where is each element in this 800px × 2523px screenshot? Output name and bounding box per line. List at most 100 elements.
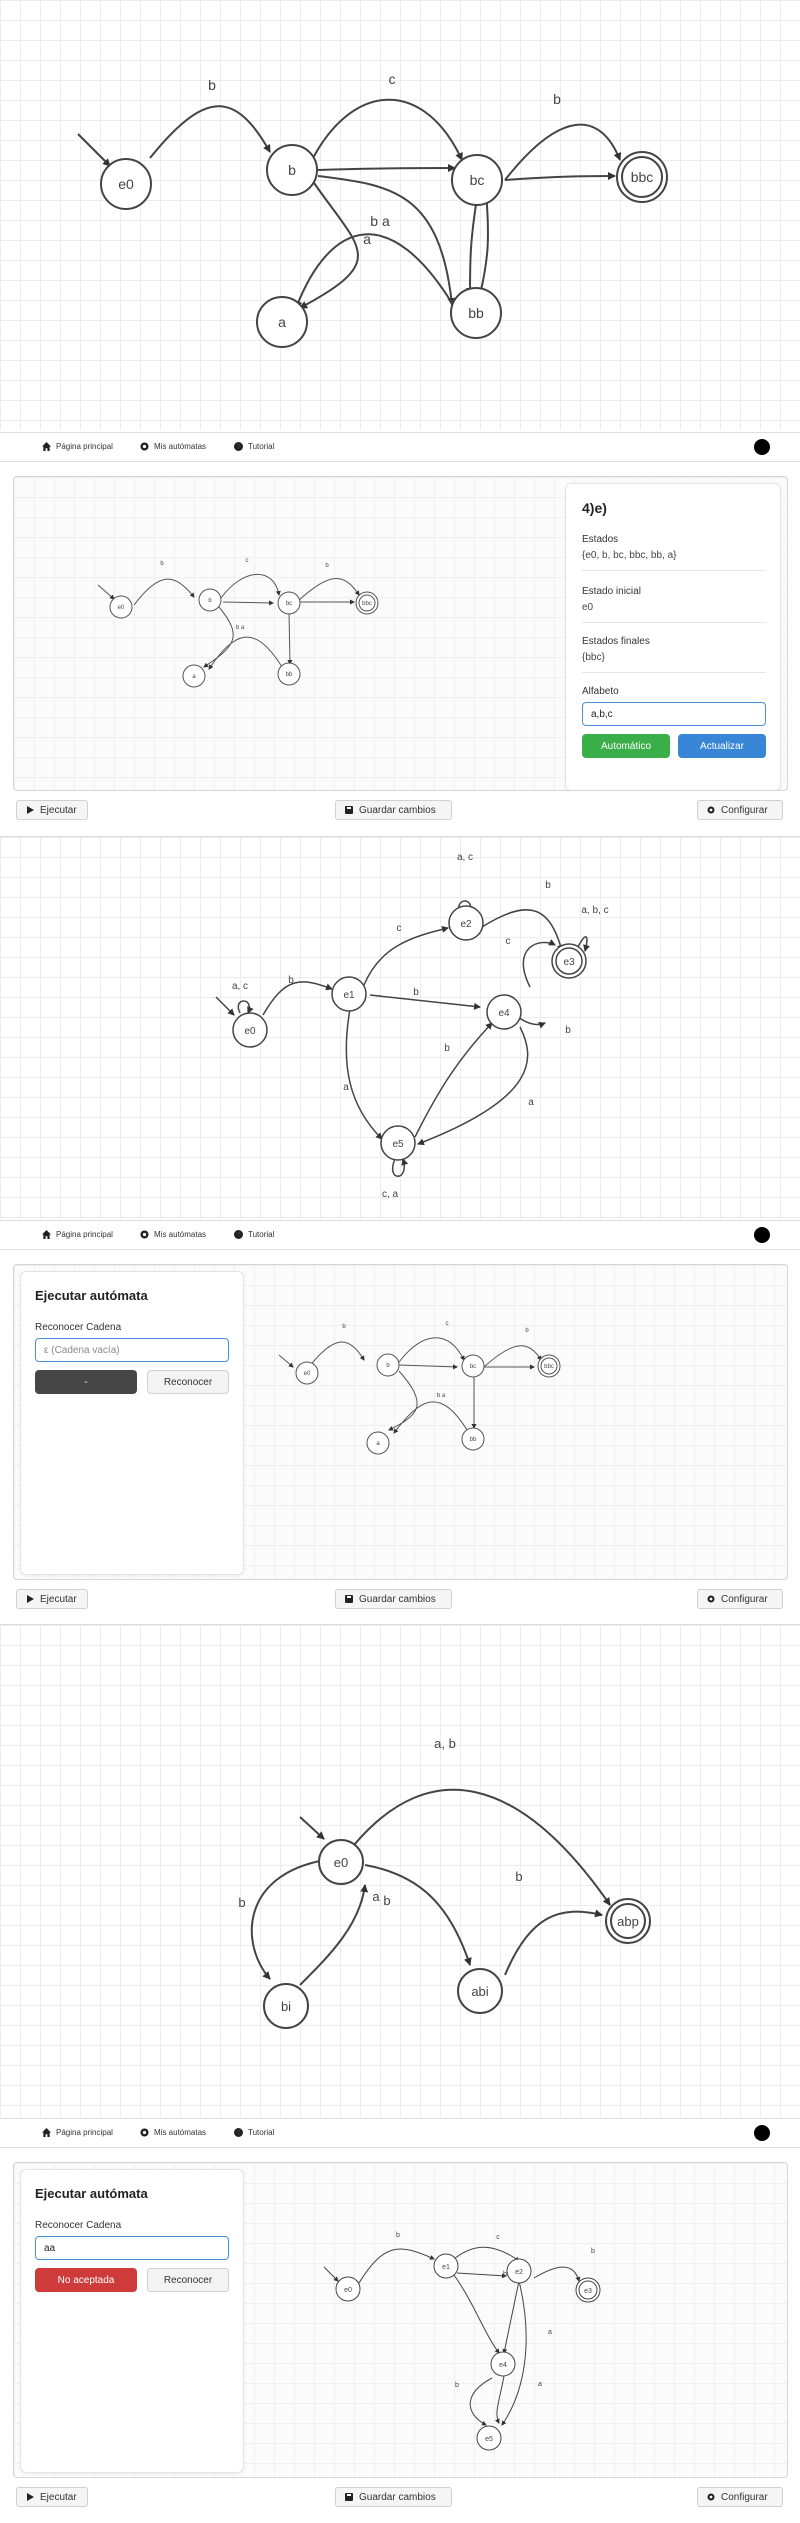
edge-label: b bbox=[545, 880, 551, 891]
divider bbox=[582, 622, 766, 623]
canvas-automaton-bbc[interactable]: e0 b bc bbc bb a b c b b a a bbox=[0, 0, 800, 430]
edge-label: c bbox=[246, 558, 249, 564]
nav-home[interactable]: Página principal bbox=[42, 442, 113, 451]
gear-icon bbox=[707, 806, 715, 814]
editor-panel[interactable]: e0 b bc bbc bb a b c b b a 4)e) Estados … bbox=[13, 476, 788, 791]
app-logo[interactable] bbox=[754, 1227, 770, 1243]
automatic-button[interactable]: Automático bbox=[582, 734, 670, 758]
run-button[interactable]: Ejecutar bbox=[16, 2487, 88, 2507]
configure-button[interactable]: Configurar bbox=[697, 1589, 783, 1609]
automaton-info-card: 4)e) Estados {e0, b, bc, bbc, bb, a} Est… bbox=[565, 483, 781, 790]
state-label: e0 bbox=[334, 1855, 348, 1870]
edge-label: a, b, c bbox=[581, 905, 608, 916]
edge-label: b bbox=[515, 1869, 522, 1884]
edge-label: a, c bbox=[232, 981, 248, 992]
nav-home[interactable]: Página principal bbox=[42, 1230, 113, 1239]
state-label: e3 bbox=[584, 2288, 592, 2295]
navbar: Página principal Mis autómatas ? Tutoria… bbox=[0, 2118, 800, 2148]
alphabet-input[interactable]: a,b,c bbox=[582, 702, 766, 726]
recognize-button[interactable]: Reconocer bbox=[147, 1370, 229, 1394]
state-label: bi bbox=[281, 1999, 291, 2014]
play-icon bbox=[27, 806, 34, 814]
shapes-icon bbox=[140, 1230, 149, 1239]
gear-icon bbox=[707, 1595, 715, 1603]
state-label: abp bbox=[617, 1914, 639, 1929]
update-button[interactable]: Actualizar bbox=[678, 734, 766, 758]
canvas-automaton-abp[interactable]: e0 abp bi abi a, b b a b b bbox=[0, 1624, 800, 2117]
edge-label: a bbox=[372, 1889, 380, 1904]
save-button[interactable]: Guardar cambios bbox=[335, 2487, 452, 2507]
edge-label: a, c bbox=[457, 852, 473, 863]
edge-label: b bbox=[565, 1025, 571, 1036]
state-label: e5 bbox=[485, 2436, 493, 2443]
alphabet-input-value: a,b,c bbox=[591, 708, 613, 720]
nav-my-automata[interactable]: Mis autómatas bbox=[140, 1230, 206, 1239]
automaton-abp-graph: e0 abp bi abi a, b b a b b bbox=[238, 1736, 651, 2029]
automaton-small-graph: e0 e1 e2 e3 e4 e5 b c b b a b a bbox=[324, 2232, 601, 2451]
configure-button-label: Configurar bbox=[721, 1593, 768, 1605]
nav-tutorial[interactable]: ? Tutorial bbox=[234, 2128, 274, 2137]
nav-my-automata-label: Mis autómatas bbox=[154, 1230, 207, 1239]
edge-label: a bbox=[363, 231, 371, 247]
run-automaton-card: Ejecutar autómata Reconocer Cadena aa No… bbox=[20, 2169, 244, 2473]
result-badge: No aceptada bbox=[35, 2268, 137, 2292]
state-label: bbc bbox=[362, 601, 372, 607]
app-logo[interactable] bbox=[754, 439, 770, 455]
edge-label: c bbox=[496, 2234, 500, 2241]
nav-my-automata[interactable]: Mis autómatas bbox=[140, 442, 206, 451]
edge-label: b bbox=[444, 1043, 450, 1054]
run-panel[interactable]: Ejecutar autómata Reconocer Cadena ε (Ca… bbox=[13, 1264, 788, 1580]
nav-tutorial[interactable]: ? Tutorial bbox=[234, 442, 274, 451]
state-label: e5 bbox=[392, 1139, 404, 1150]
save-button[interactable]: Guardar cambios bbox=[335, 800, 452, 820]
nav-tutorial[interactable]: ? Tutorial bbox=[234, 1230, 274, 1239]
edge-label: c bbox=[506, 936, 511, 947]
string-input[interactable]: ε (Cadena vacía) bbox=[35, 1338, 229, 1362]
configure-button[interactable]: Configurar bbox=[697, 2487, 783, 2507]
nav-my-automata[interactable]: Mis autómatas bbox=[140, 2128, 206, 2137]
save-button-label: Guardar cambios bbox=[359, 1593, 436, 1605]
result-badge: - bbox=[35, 1370, 137, 1394]
nav-tutorial-label: Tutorial bbox=[248, 1230, 275, 1239]
run-button[interactable]: Ejecutar bbox=[16, 800, 88, 820]
state-label: bc bbox=[470, 172, 485, 188]
state-label: bb bbox=[468, 305, 484, 321]
string-input[interactable]: aa bbox=[35, 2236, 229, 2260]
edge-label: a bbox=[548, 2329, 552, 2336]
edge-label: b bbox=[396, 2232, 400, 2239]
state-label: e4 bbox=[499, 2362, 507, 2369]
save-icon bbox=[345, 1595, 353, 1603]
canvas-automaton-e[interactable]: e0 e1 e2 e3 e4 e5 a, c b c a, c b a, b, … bbox=[0, 836, 800, 1219]
automaton-bbc-run-graph: e0 b bc bbc bb a b c b b a bbox=[279, 1321, 561, 1455]
edge-label: b a bbox=[236, 625, 245, 631]
divider bbox=[582, 570, 766, 571]
state-label: e2 bbox=[515, 2269, 523, 2276]
toolbar: Ejecutar Guardar cambios Configurar bbox=[0, 1586, 800, 1614]
recognize-button[interactable]: Reconocer bbox=[147, 2268, 229, 2292]
svg-text:?: ? bbox=[237, 2128, 241, 2137]
save-icon bbox=[345, 2493, 353, 2501]
run-automaton-card: Ejecutar autómata Reconocer Cadena ε (Ca… bbox=[20, 1271, 244, 1575]
play-icon bbox=[27, 1595, 34, 1603]
state-label: bc bbox=[470, 1364, 476, 1370]
nav-home-label: Página principal bbox=[56, 442, 113, 451]
navbar: Página principal Mis autómatas ? Tutoria… bbox=[0, 432, 800, 462]
run-button-label: Ejecutar bbox=[40, 2491, 77, 2503]
initial-state-value: e0 bbox=[582, 602, 594, 613]
state-label: e4 bbox=[498, 1008, 510, 1019]
save-button-label: Guardar cambios bbox=[359, 804, 436, 816]
string-input-placeholder: ε (Cadena vacía) bbox=[44, 1344, 120, 1356]
run-panel[interactable]: Ejecutar autómata Reconocer Cadena aa No… bbox=[13, 2162, 788, 2478]
run-button[interactable]: Ejecutar bbox=[16, 1589, 88, 1609]
states-value: {e0, b, bc, bbc, bb, a} bbox=[582, 550, 677, 561]
edge-label: b bbox=[238, 1895, 245, 1910]
save-button-label: Guardar cambios bbox=[359, 2491, 436, 2503]
edge-label: a bbox=[538, 2381, 542, 2388]
shapes-icon bbox=[140, 442, 149, 451]
nav-home[interactable]: Página principal bbox=[42, 2128, 113, 2137]
save-button[interactable]: Guardar cambios bbox=[335, 1589, 452, 1609]
run-card-title: Ejecutar autómata bbox=[35, 1288, 148, 1303]
state-label: e2 bbox=[460, 919, 472, 930]
app-logo[interactable] bbox=[754, 2125, 770, 2141]
configure-button[interactable]: Configurar bbox=[697, 800, 783, 820]
